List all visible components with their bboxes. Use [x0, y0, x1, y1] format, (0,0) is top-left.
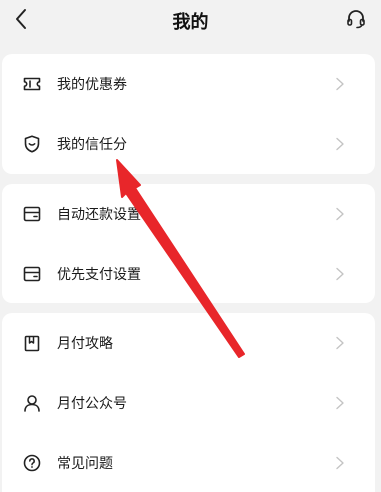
menu-item-payment-priority[interactable]: 优先支付设置: [2, 244, 375, 303]
menu-group-help: 月付攻略 月付公众号 常见问题: [2, 313, 375, 492]
menu-item-guide[interactable]: 月付攻略: [2, 313, 375, 373]
menu-item-label: 自动还款设置: [57, 207, 141, 223]
chevron-right-icon: [336, 396, 344, 410]
person-icon: [22, 393, 42, 413]
chevron-right-icon: [336, 137, 344, 151]
menu-group-account: 我的优惠券 我的信任分: [2, 54, 375, 174]
coupon-icon: [22, 74, 42, 94]
customer-service-button[interactable]: [343, 6, 369, 32]
chevron-right-icon: [336, 77, 344, 91]
menu-item-label: 我的信任分: [57, 137, 127, 153]
menu-item-official-account[interactable]: 月付公众号: [2, 373, 375, 433]
question-icon: [22, 453, 42, 473]
menu-group-payment: 自动还款设置 优先支付设置: [2, 184, 375, 303]
wallet-icon: [22, 264, 42, 284]
chevron-right-icon: [336, 456, 344, 470]
bookmark-book-icon: [22, 333, 42, 353]
chevron-right-icon: [336, 336, 344, 350]
menu-item-label: 月付公众号: [57, 396, 127, 412]
wallet-icon: [22, 204, 42, 224]
menu-item-coupons[interactable]: 我的优惠券: [2, 54, 375, 114]
chevron-right-icon: [336, 267, 344, 281]
menu-item-auto-repay[interactable]: 自动还款设置: [2, 184, 375, 244]
menu-item-label: 我的优惠券: [57, 77, 127, 93]
menu-item-label: 常见问题: [57, 456, 113, 472]
menu-item-label: 优先支付设置: [57, 267, 141, 283]
shield-icon: [22, 134, 42, 154]
page-title: 我的: [172, 12, 209, 33]
menu-item-trust-score[interactable]: 我的信任分: [2, 114, 375, 174]
headset-icon: [347, 10, 365, 29]
menu-item-label: 月付攻略: [57, 336, 113, 352]
chevron-right-icon: [336, 207, 344, 221]
top-bar: 我的: [0, 0, 381, 44]
menu-item-faq[interactable]: 常见问题: [2, 433, 375, 492]
